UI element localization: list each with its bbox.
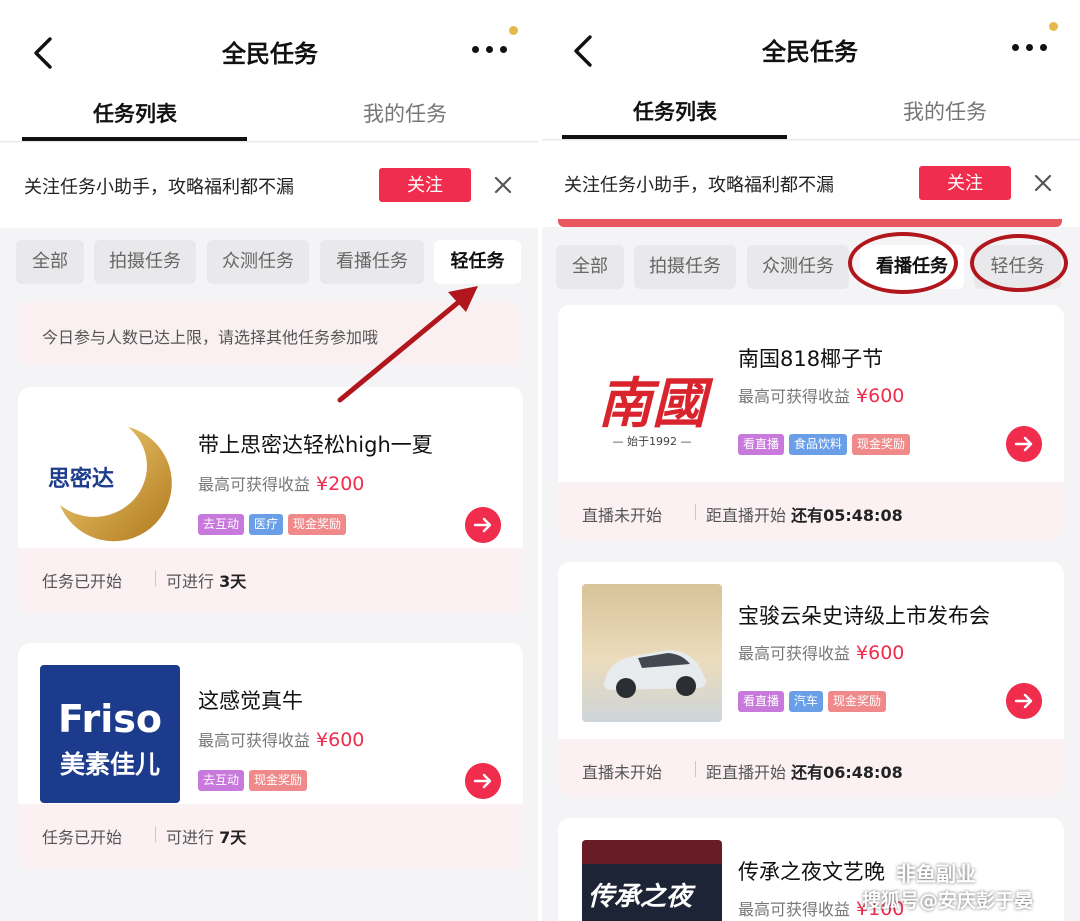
tag: 去互动 — [198, 770, 245, 791]
tag: 看直播 — [738, 434, 785, 455]
brand-logo: 南國 — 始于1992 — — [582, 329, 722, 469]
chip-test[interactable]: 众测任务 — [207, 240, 309, 284]
live-status: 直播未开始 — [582, 506, 663, 525]
page-title: 全民任务 — [762, 38, 858, 66]
card-title: 带上思密达轻松high一夏 — [198, 433, 433, 457]
tab-underline — [22, 137, 247, 141]
tag-list: 看直播 汽车 现金奖励 — [738, 690, 891, 712]
watermark-line2: 搜狐号@安庆彭于晏 — [862, 890, 1034, 912]
page-title: 全民任务 — [222, 40, 318, 68]
brand-logo: 思密达 — [40, 409, 180, 547]
chip-shoot[interactable]: 拍摄任务 — [94, 240, 196, 284]
tag-list: 去互动 医疗 现金奖励 — [198, 513, 351, 535]
close-icon[interactable] — [1033, 173, 1053, 193]
card-footer: 直播未开始 距直播开始 还有06:48:08 — [558, 739, 1064, 797]
annotation-circle — [970, 234, 1068, 292]
tag: 食品饮料 — [789, 434, 848, 455]
card-title: 南国818椰子节 — [738, 347, 884, 371]
logo-text: Friso — [57, 697, 163, 741]
task-card[interactable]: 宝骏云朵史诗级上市发布会 最高可获得收益 ¥600 看直播 汽车 现金奖励 直播未开始… — [558, 562, 1064, 797]
annotation-arrow — [337, 286, 478, 403]
tag: 汽车 — [789, 691, 824, 712]
tag: 现金奖励 — [852, 434, 911, 455]
tab-my-tasks[interactable]: 我的任务 — [830, 96, 1060, 126]
live-status: 直播未开始 — [582, 763, 663, 782]
divider — [695, 504, 696, 520]
tag-list: 看直播 食品饮料 现金奖励 — [738, 433, 915, 455]
countdown: 距直播开始 还有06:48:08 — [706, 763, 903, 782]
tag: 现金奖励 — [828, 691, 887, 712]
follow-banner: 关注任务小助手，攻略福利都不漏 关注 — [0, 143, 540, 228]
event-thumbnail: 传承之夜 — [582, 840, 722, 921]
task-card[interactable]: 南國 — 始于1992 — 南国818椰子节 最高可获得收益 ¥600 看直播 食品… — [558, 305, 1064, 540]
arrow-right-icon[interactable] — [1006, 426, 1042, 462]
left-screen: 全民任务 任务列表 我的任务 关注任务小助手，攻略福利都不漏 关注 全部 拍摄任… — [0, 0, 540, 921]
card-footer: 直播未开始 距直播开始 还有05:48:08 — [558, 482, 1064, 540]
countdown: 距直播开始 还有05:48:08 — [706, 506, 903, 525]
card-reward: 最高可获得收益 ¥600 — [738, 385, 905, 407]
logo-subtext: — 始于1992 — — [612, 435, 692, 448]
card-reward: 最高可获得收益 ¥600 — [738, 642, 905, 664]
task-status: 任务已开始 — [42, 572, 123, 591]
tag: 现金奖励 — [288, 514, 347, 535]
divider — [155, 826, 156, 842]
follow-button[interactable]: 关注 — [379, 168, 471, 202]
card-title: 传承之夜文艺晚 — [738, 860, 885, 884]
remaining: 可进行 3天 — [166, 572, 247, 591]
tab-bar: 任务列表 我的任务 — [0, 90, 540, 142]
notification-dot — [509, 26, 518, 35]
tab-bar: 任务列表 我的任务 — [540, 88, 1080, 140]
tab-my-tasks[interactable]: 我的任务 — [290, 98, 520, 128]
more-icon[interactable] — [1012, 44, 1048, 56]
card-footer: 任务已开始 可进行 3天 — [18, 548, 523, 612]
notification-dot — [1049, 22, 1058, 31]
card-title: 宝骏云朵史诗级上市发布会 — [738, 604, 990, 628]
chip-all[interactable]: 全部 — [556, 245, 624, 289]
tag: 看直播 — [738, 691, 785, 712]
card-footer: 任务已开始 可进行 7天 — [18, 804, 523, 868]
tab-task-list[interactable]: 任务列表 — [560, 96, 790, 126]
logo-subtext: 美素佳儿 — [59, 750, 160, 779]
logo-text: 传承之夜 — [588, 882, 693, 912]
right-screen: 全民任务 任务列表 我的任务 关注任务小助手，攻略福利都不漏 关注 全部 拍摄任… — [540, 0, 1080, 921]
chip-all[interactable]: 全部 — [16, 240, 84, 284]
follow-banner: 关注任务小助手，攻略福利都不漏 关注 — [540, 141, 1080, 227]
arrow-right-icon[interactable] — [465, 763, 501, 799]
close-icon[interactable] — [493, 175, 513, 195]
tag: 去互动 — [198, 514, 245, 535]
arrow-right-icon[interactable] — [465, 507, 501, 543]
tag: 医疗 — [249, 514, 284, 535]
top-bar: 全民任务 — [0, 0, 540, 90]
tab-task-list[interactable]: 任务列表 — [20, 98, 250, 128]
screen-divider — [538, 0, 542, 921]
watermark-line1: 非鱼副业 — [896, 862, 976, 886]
tag: 现金奖励 — [249, 770, 308, 791]
task-card[interactable]: Friso 美素佳儿 这感觉真牛 最高可获得收益 ¥600 去互动 现金奖励 任务已… — [18, 643, 523, 868]
card-title: 这感觉真牛 — [198, 689, 303, 713]
annotation-circle — [848, 232, 958, 294]
follow-button[interactable]: 关注 — [919, 166, 1011, 200]
arrow-right-icon[interactable] — [1006, 683, 1042, 719]
logo-text: 南國 — [598, 371, 706, 435]
card-reward: 最高可获得收益 ¥600 — [198, 729, 365, 751]
follow-text: 关注任务小助手，攻略福利都不漏 — [564, 175, 834, 196]
brand-logo: Friso 美素佳儿 — [40, 665, 180, 803]
divider — [695, 761, 696, 777]
task-card[interactable]: 思密达 带上思密达轻松high一夏 最高可获得收益 ¥200 去互动 医疗 现金奖励 … — [18, 387, 523, 612]
car-thumbnail — [582, 584, 722, 722]
remaining: 可进行 7天 — [166, 828, 247, 847]
tag-list: 去互动 现金奖励 — [198, 769, 312, 791]
divider — [155, 570, 156, 586]
top-bar: 全民任务 — [540, 0, 1080, 88]
card-reward: 最高可获得收益 ¥200 — [198, 473, 365, 495]
task-status: 任务已开始 — [42, 828, 123, 847]
tab-underline — [562, 135, 787, 139]
chip-shoot[interactable]: 拍摄任务 — [634, 245, 736, 289]
notice-text: 今日参与人数已达上限，请选择其他任务参加哦 — [42, 328, 379, 347]
banner-strip — [558, 219, 1062, 227]
chip-test[interactable]: 众测任务 — [747, 245, 849, 289]
logo-text: 思密达 — [48, 467, 115, 492]
follow-text: 关注任务小助手，攻略福利都不漏 — [24, 177, 294, 198]
more-icon[interactable] — [472, 46, 508, 58]
